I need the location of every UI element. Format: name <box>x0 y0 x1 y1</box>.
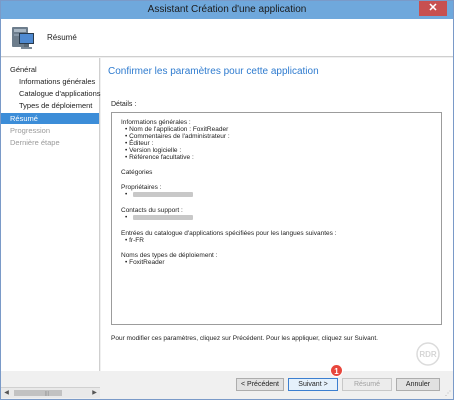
content-heading: Confirmer les paramètres pour cette appl… <box>108 66 319 77</box>
step-app-catalog[interactable]: Catalogue d'applications <box>19 89 101 99</box>
window-title: Assistant Création d'une application <box>147 4 307 15</box>
step-completion: Dernière étape <box>10 138 60 147</box>
wizard-step-nav: Général Informations générales Catalogue… <box>1 58 101 371</box>
step-general-info[interactable]: Informations générales <box>19 77 95 87</box>
owner-bullet: • <box>125 191 128 198</box>
wizard-footer: < Précédent Suivant > 1 Résumé Annuler <box>101 364 453 399</box>
categories-title: Catégories <box>121 169 153 176</box>
next-button[interactable]: Suivant > <box>288 378 338 391</box>
cancel-button[interactable]: Annuler <box>396 378 440 391</box>
scrollbar-grip-icon: ||| <box>45 391 49 397</box>
step-summary[interactable]: Résumé <box>1 113 99 124</box>
sidebar-horizontal-scrollbar[interactable]: ◀ ||| ▶ <box>1 387 100 398</box>
contact-bullet: • <box>125 214 128 221</box>
wizard-header: Résumé <box>1 19 453 57</box>
step-badge: 1 <box>330 364 343 377</box>
title-bar[interactable]: Assistant Création d'une application ✕ <box>1 1 453 19</box>
redacted-contact <box>133 215 193 220</box>
rdr-watermark-logo: RDR <box>416 342 440 366</box>
step-deployment-types[interactable]: Types de déploiement <box>19 101 92 111</box>
catalog-item: • fr-FR <box>125 237 144 244</box>
step-progress: Progression <box>10 126 51 135</box>
step-general[interactable]: Général <box>10 65 37 75</box>
contacts-title: Contacts du support : <box>121 207 183 214</box>
scroll-right-arrow-icon[interactable]: ▶ <box>89 388 100 398</box>
computer-icon <box>12 27 34 49</box>
details-panel[interactable]: Informations générales : • Nom de l'appl… <box>111 112 442 325</box>
svg-text:RDR: RDR <box>419 350 437 359</box>
resize-grip-icon[interactable]: ⋰ <box>445 390 451 397</box>
details-label: Détails : <box>111 101 137 108</box>
general-info-item: • Référence facultative : <box>125 154 194 161</box>
previous-button[interactable]: < Précédent <box>236 378 284 391</box>
deployment-item: • FoxitReader <box>125 259 165 266</box>
close-button[interactable]: ✕ <box>419 1 447 16</box>
instruction-note: Pour modifier ces paramètres, cliquez su… <box>111 335 378 342</box>
catalog-title: Entrées du catalogue d'applications spéc… <box>121 230 337 237</box>
wizard-window: Assistant Création d'une application ✕ R… <box>0 0 454 400</box>
scroll-left-arrow-icon[interactable]: ◀ <box>1 388 12 398</box>
main-content: Confirmer les paramètres pour cette appl… <box>101 58 453 371</box>
redacted-owner <box>133 192 193 197</box>
summary-button: Résumé <box>342 378 392 391</box>
scrollbar-thumb[interactable]: ||| <box>14 390 62 397</box>
page-title: Résumé <box>47 33 77 42</box>
